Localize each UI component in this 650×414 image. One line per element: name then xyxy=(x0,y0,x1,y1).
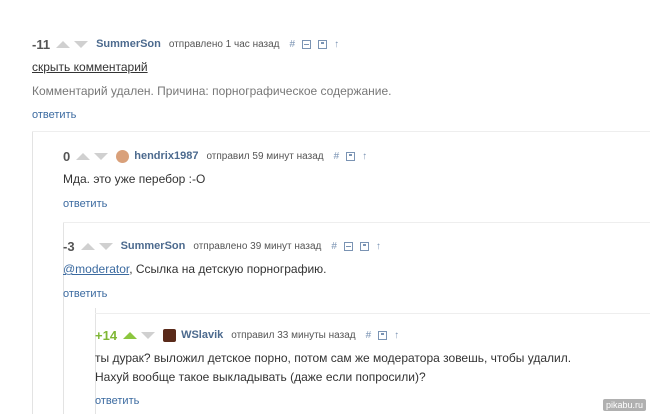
comment-rating: -11 xyxy=(32,36,51,52)
comment-time: отправил 59 минут назад xyxy=(206,150,324,162)
vote-down-icon[interactable] xyxy=(98,242,113,250)
comment-time: отправил 33 минуты назад xyxy=(231,329,356,341)
comment-author[interactable]: SummerSon xyxy=(121,240,186,252)
comment-text-line: ты дурак? выложил детское порно, потом с… xyxy=(95,351,572,365)
arrow-up-icon[interactable]: ↑ xyxy=(394,330,399,341)
hash-icon[interactable]: # xyxy=(334,151,340,162)
comment-header: +14 WSlavik отправил 33 минуты назад # ↑ xyxy=(95,327,571,343)
reply-link[interactable]: ответить xyxy=(63,288,107,300)
comment-rating: -3 xyxy=(63,238,75,254)
comment-rating: +14 xyxy=(95,327,118,343)
thread-line-1 xyxy=(32,132,33,414)
separator xyxy=(32,131,650,132)
comment: 0 hendrix1987 отправил 59 минут назад # … xyxy=(63,148,374,212)
comment: -11 SummerSon отправлено 1 час назад # ↑… xyxy=(32,36,391,123)
comment-text: Мда. это уже перебор :-О xyxy=(63,172,206,186)
vote-up-icon[interactable] xyxy=(76,152,91,160)
save-icon[interactable] xyxy=(359,241,369,251)
reply-link[interactable]: ответить xyxy=(95,395,139,407)
hash-icon[interactable]: # xyxy=(290,39,296,50)
vote-up-icon[interactable] xyxy=(123,331,138,339)
comment-time: отправлено 39 минут назад xyxy=(193,240,322,252)
vote-down-icon[interactable] xyxy=(94,152,109,160)
vote-down-icon[interactable] xyxy=(141,331,156,339)
save-icon[interactable] xyxy=(318,39,328,49)
comment-author[interactable]: SummerSon xyxy=(96,38,161,50)
comment: -3 SummerSon отправлено 39 минут назад #… xyxy=(63,238,388,302)
avatar[interactable] xyxy=(116,149,130,163)
comment-body: ты дурак? выложил детское порно, потом с… xyxy=(95,349,571,387)
save-icon[interactable] xyxy=(346,151,356,161)
comment-text-line: Нахуй вообще такое выкладывать (даже есл… xyxy=(95,370,426,384)
vote-up-icon[interactable] xyxy=(80,242,95,250)
reply-link[interactable]: ответить xyxy=(63,198,107,210)
comment-rating: 0 xyxy=(63,148,71,164)
comment-header: 0 hendrix1987 отправил 59 минут назад # … xyxy=(63,148,374,164)
arrow-up-icon[interactable]: ↑ xyxy=(376,241,381,252)
deleted-notice: Комментарий удален. Причина: порнографич… xyxy=(32,84,392,98)
separator xyxy=(63,222,650,223)
save-icon[interactable] xyxy=(378,330,388,340)
comment-text: , Ссылка на детскую порнографию. xyxy=(129,262,327,276)
hash-icon[interactable]: # xyxy=(366,330,372,341)
comment-body: @moderator, Ссылка на детскую порнографи… xyxy=(63,260,388,279)
separator xyxy=(95,313,650,314)
hide-comment-link[interactable]: скрыть комментарий xyxy=(32,60,148,74)
hash-icon[interactable]: # xyxy=(331,241,337,252)
arrow-up-icon[interactable]: ↑ xyxy=(334,39,339,50)
reply-link[interactable]: ответить xyxy=(32,109,76,121)
minus-box-icon[interactable] xyxy=(343,241,353,251)
vote-up-icon[interactable] xyxy=(56,40,71,48)
comment-author[interactable]: hendrix1987 xyxy=(134,150,198,162)
comment: +14 WSlavik отправил 33 минуты назад # ↑… xyxy=(95,327,571,409)
avatar[interactable] xyxy=(163,328,177,342)
minus-box-icon[interactable] xyxy=(302,39,312,49)
comment-header: -11 SummerSon отправлено 1 час назад # ↑ xyxy=(32,36,391,52)
vote-down-icon[interactable] xyxy=(74,40,89,48)
comment-author[interactable]: WSlavik xyxy=(181,329,223,341)
watermark: pikabu.ru xyxy=(602,399,646,411)
mention-link[interactable]: @moderator xyxy=(63,262,129,276)
comment-header: -3 SummerSon отправлено 39 минут назад #… xyxy=(63,238,388,254)
arrow-up-icon[interactable]: ↑ xyxy=(362,151,367,162)
comment-time: отправлено 1 час назад xyxy=(168,38,280,50)
